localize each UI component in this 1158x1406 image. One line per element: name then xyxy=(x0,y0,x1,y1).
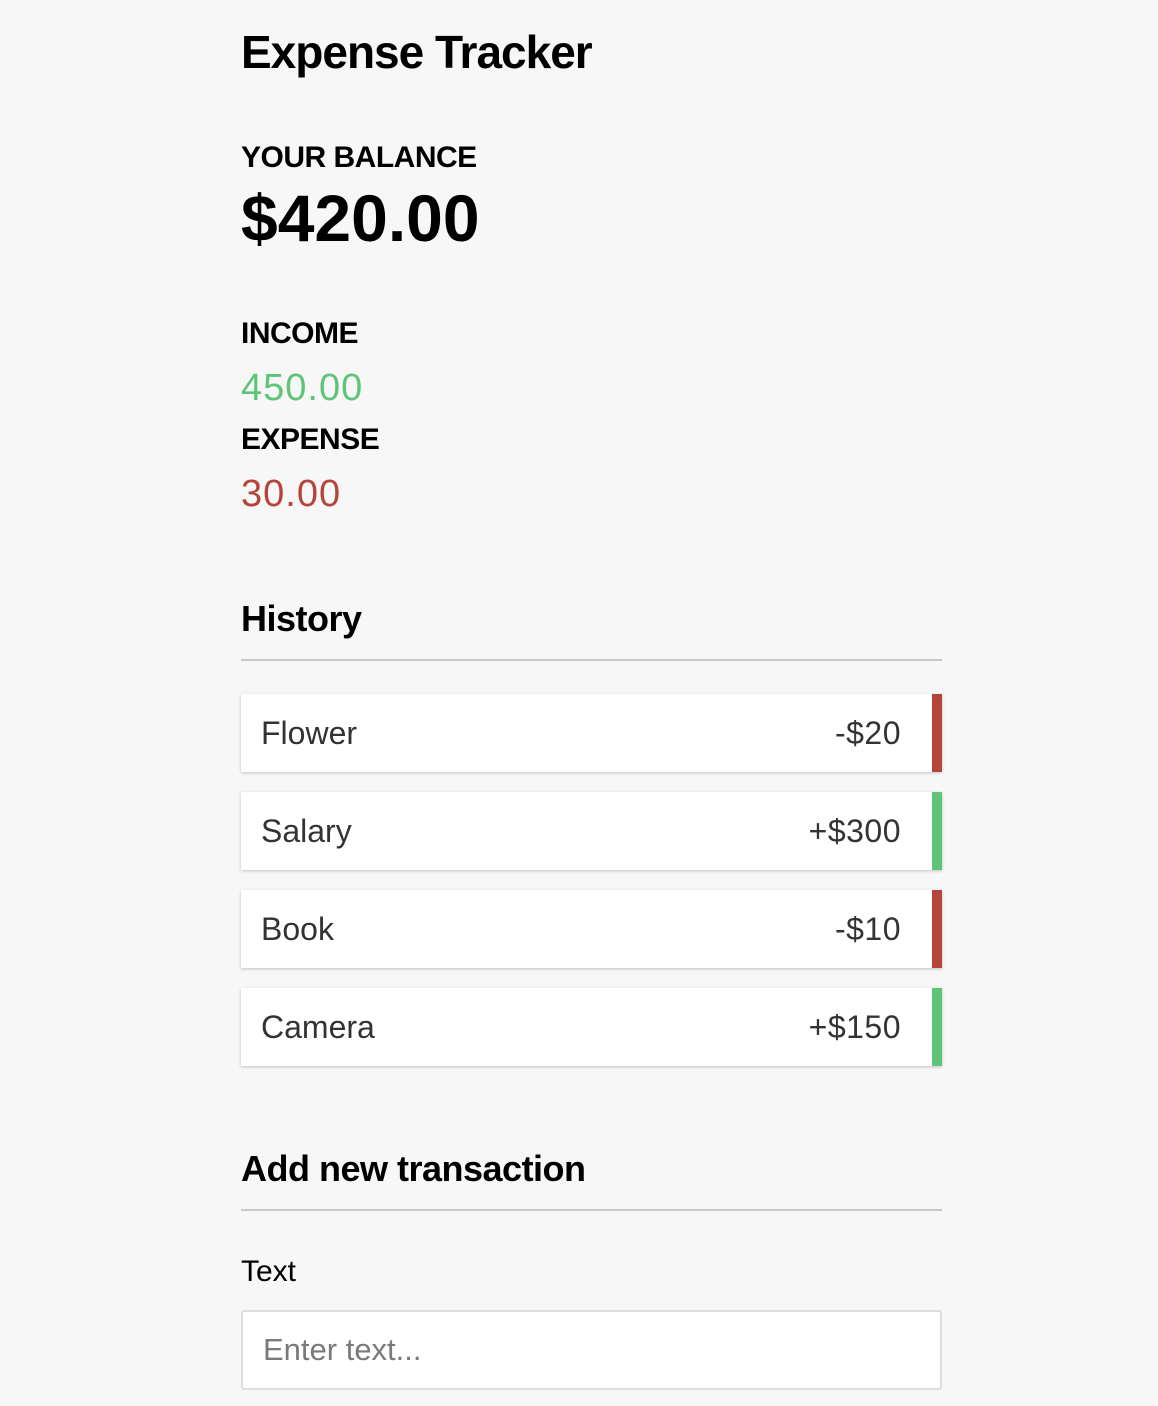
transaction-text: Book xyxy=(261,910,334,947)
history-title: History xyxy=(241,598,362,639)
transaction-item[interactable]: Salary +$300 xyxy=(241,792,942,870)
transaction-amount: +$300 xyxy=(808,812,901,849)
text-input[interactable] xyxy=(241,1310,942,1390)
transaction-item[interactable]: Camera +$150 xyxy=(241,988,942,1066)
transaction-item[interactable]: Flower -$20 xyxy=(241,694,942,772)
transaction-text: Flower xyxy=(261,714,358,751)
transaction-text: Camera xyxy=(261,1008,375,1045)
income-value: 450.00 xyxy=(241,367,364,409)
transaction-text: Salary xyxy=(261,812,352,849)
expense-value: 30.00 xyxy=(241,473,342,515)
transaction-item[interactable]: Book -$10 xyxy=(241,890,942,968)
text-field-label: Text xyxy=(241,1255,297,1288)
history-divider xyxy=(241,659,942,661)
transaction-amount: -$20 xyxy=(834,714,901,751)
transaction-list: Flower -$20 Salary +$300 Book -$10 Camer… xyxy=(241,694,942,1086)
balance-label: YOUR BALANCE xyxy=(241,141,477,174)
balance-value: $420.00 xyxy=(241,181,480,255)
app-title: Expense Tracker xyxy=(241,26,593,78)
transaction-amount: +$150 xyxy=(808,1008,901,1045)
expense-label: EXPENSE xyxy=(241,423,380,456)
transaction-amount: -$10 xyxy=(834,910,901,947)
add-transaction-title: Add new transaction xyxy=(241,1148,586,1189)
add-transaction-divider xyxy=(241,1209,942,1211)
income-label: INCOME xyxy=(241,317,359,350)
